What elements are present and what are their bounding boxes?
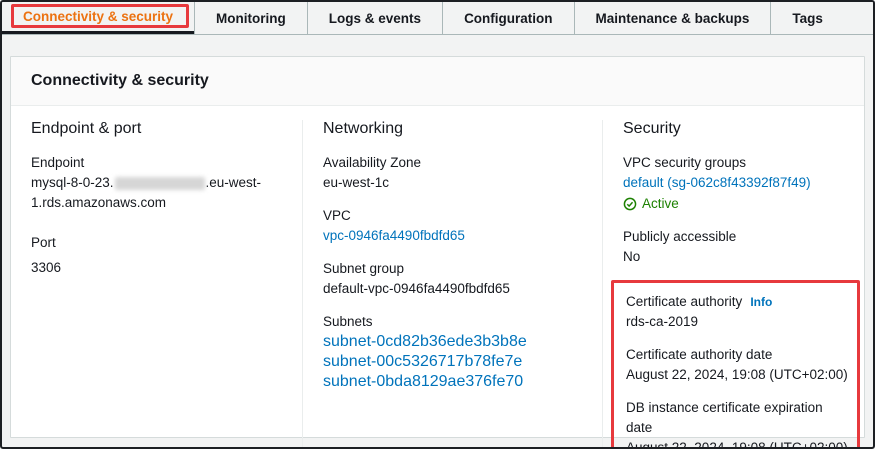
publicly-accessible-field: Publicly accessible No (623, 227, 856, 267)
subnet-link-2[interactable]: subnet-00c5326717b78fe7e (323, 352, 586, 372)
info-link[interactable]: Info (750, 295, 772, 309)
availability-zone-value: eu-west-1c (323, 173, 586, 193)
subnets-field: Subnets subnet-0cd82b36ede3b3b8e subnet-… (323, 312, 586, 392)
subnet-group-field: Subnet group default-vpc-0946fa4490fbdfd… (323, 259, 586, 299)
port-value: 3306 (31, 258, 286, 278)
endpoint-value: mysql-8-0-23. .eu-west- (31, 173, 286, 193)
red-annotation-box-certificate: Certificate authority Info rds-ca-2019 Ce… (611, 280, 860, 449)
panel-header: Connectivity & security (11, 57, 864, 106)
endpoint-label: Endpoint (31, 153, 286, 173)
panel-body: Endpoint & port Endpoint mysql-8-0-23. .e… (11, 106, 864, 449)
security-column: Security VPC security groups default (sg… (602, 120, 864, 449)
tab-maintenance-backups-label: Maintenance & backups (596, 11, 750, 26)
networking-heading: Networking (323, 120, 586, 138)
tab-configuration-label: Configuration (464, 11, 552, 26)
tab-monitoring-label: Monitoring (216, 11, 286, 26)
check-circle-icon (623, 197, 637, 211)
tab-connectivity-security-label: Connectivity & security (23, 9, 173, 24)
security-heading: Security (623, 120, 856, 138)
networking-column: Networking Availability Zone eu-west-1c … (302, 120, 602, 449)
subnets-label: Subnets (323, 312, 586, 332)
vpc-field: VPC vpc-0946fa4490fbdfd65 (323, 206, 586, 246)
certificate-authority-date-value: August 22, 2024, 19:08 (UTC+02:00) (626, 365, 849, 385)
tab-monitoring[interactable]: Monitoring (194, 2, 307, 34)
tab-maintenance-backups[interactable]: Maintenance & backups (574, 2, 771, 34)
security-group-link[interactable]: default (sg-062c8f43392f87f49) (623, 173, 811, 193)
tab-logs-events[interactable]: Logs & events (307, 2, 442, 34)
status-active-text: Active (642, 194, 679, 214)
certificate-authority-value: rds-ca-2019 (626, 312, 849, 332)
availability-zone-field: Availability Zone eu-west-1c (323, 153, 586, 193)
connectivity-security-panel: Connectivity & security Endpoint & port … (10, 56, 865, 438)
subnet-link-3[interactable]: subnet-0bda8129ae376fe70 (323, 372, 586, 392)
endpoint-port-heading: Endpoint & port (31, 120, 286, 138)
tab-logs-events-label: Logs & events (329, 11, 421, 26)
subnet-group-value: default-vpc-0946fa4490fbdfd65 (323, 279, 586, 299)
endpoint-port-column: Endpoint & port Endpoint mysql-8-0-23. .e… (11, 120, 302, 449)
subnet-link-1[interactable]: subnet-0cd82b36ede3b3b8e (323, 332, 586, 352)
certificate-authority-label: Certificate authority Info (626, 292, 849, 312)
tab-bar: Connectivity & security Monitoring Logs … (2, 2, 873, 35)
port-field: Port 3306 (31, 233, 286, 278)
tab-connectivity-security[interactable]: Connectivity & security (2, 2, 194, 34)
tab-tags[interactable]: Tags (770, 2, 844, 34)
port-label: Port (31, 233, 286, 253)
subnet-group-label: Subnet group (323, 259, 586, 279)
vpc-security-groups-label: VPC security groups (623, 153, 856, 173)
panel-title: Connectivity & security (31, 72, 209, 89)
endpoint-value-prefix: mysql-8-0-23. (31, 175, 114, 190)
certificate-expiration-label: DB instance certificate expiration date (626, 398, 849, 438)
availability-zone-label: Availability Zone (323, 153, 586, 173)
certificate-authority-date-label: Certificate authority date (626, 345, 849, 365)
endpoint-value-line2: 1.rds.amazonaws.com (31, 193, 286, 213)
tab-configuration[interactable]: Configuration (442, 2, 573, 34)
certificate-authority-date-field: Certificate authority date August 22, 20… (626, 345, 849, 385)
rds-details-screen: Connectivity & security Monitoring Logs … (0, 0, 875, 449)
vpc-link[interactable]: vpc-0946fa4490fbdfd65 (323, 226, 465, 246)
vpc-security-groups-field: VPC security groups default (sg-062c8f43… (623, 153, 856, 214)
certificate-expiration-value: August 22, 2024, 19:08 (UTC+02:00) (626, 438, 849, 449)
redacted-endpoint-blur (115, 177, 205, 190)
publicly-accessible-label: Publicly accessible (623, 227, 856, 247)
endpoint-field: Endpoint mysql-8-0-23. .eu-west- 1.rds.am… (31, 153, 286, 213)
tab-tags-label: Tags (792, 11, 823, 26)
certificate-authority-label-text: Certificate authority (626, 294, 742, 309)
endpoint-value-suffix: .eu-west- (206, 175, 262, 190)
certificate-authority-field: Certificate authority Info rds-ca-2019 (626, 292, 849, 332)
certificate-expiration-field: DB instance certificate expiration date … (626, 398, 849, 449)
security-group-status: Active (623, 194, 856, 214)
vpc-label: VPC (323, 206, 586, 226)
publicly-accessible-value: No (623, 247, 856, 267)
